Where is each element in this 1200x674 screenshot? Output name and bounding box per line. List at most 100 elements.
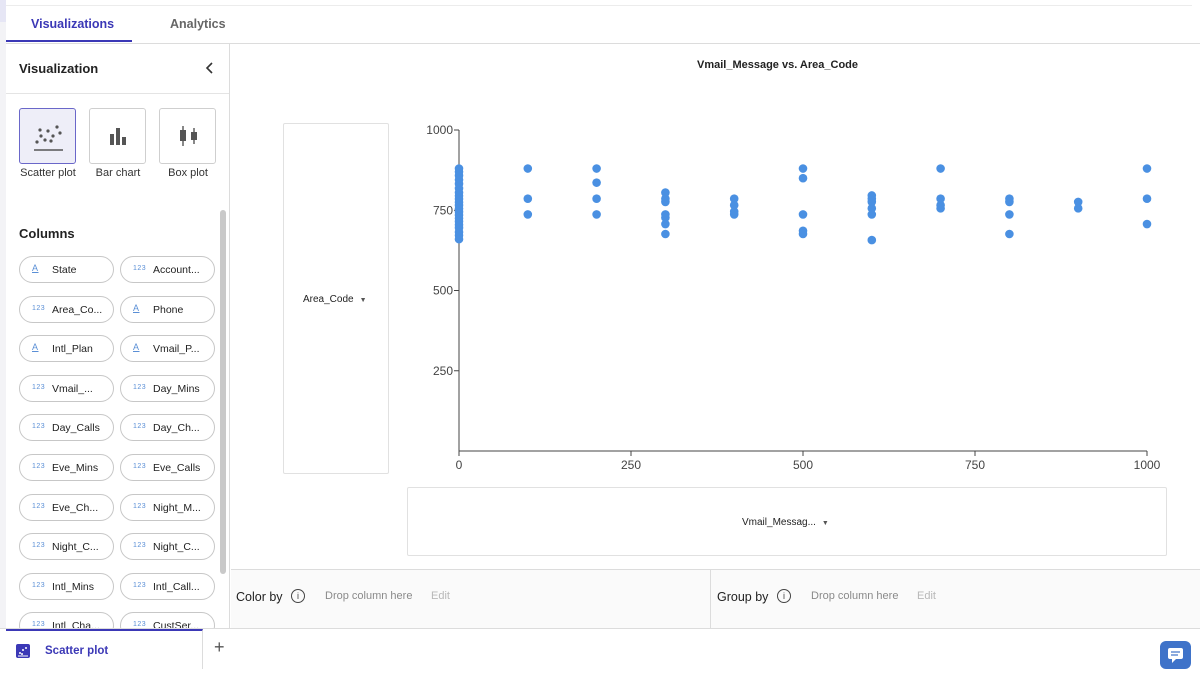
chart-area: Vmail_Message vs. Area_Code Area_Code ▼ 2… [231,44,1200,569]
add-sheet-button[interactable]: + [214,637,225,658]
data-point [798,229,808,239]
scatter-plot-icon [16,644,30,658]
active-tab-indicator [6,40,132,42]
column-pill-label: Eve_Mins [52,462,99,474]
data-point [798,210,808,219]
data-point [592,178,601,187]
info-icon[interactable]: i [291,589,305,603]
numeric-type-icon: 123 [32,581,46,589]
column-pill[interactable]: 123 Night_C... [120,533,215,561]
column-pill[interactable]: 123 Eve_Ch... [19,493,114,521]
y-tick-label: 1000 [426,123,453,137]
tab-visualizations[interactable]: Visualizations [31,17,114,31]
sheet-tab-scatter-plot[interactable]: Scatter plot [6,629,203,669]
text-type-icon: A [32,342,39,353]
data-point [523,194,533,203]
column-pill[interactable]: 123 Day_Mins [120,374,215,402]
columns-title: Columns [19,226,75,241]
group-by-edit[interactable]: Edit [917,590,936,602]
x-tick-label: 500 [793,458,813,472]
text-type-icon: A [32,263,39,273]
column-pill[interactable]: 123 CustSer... [120,612,215,628]
data-point [454,234,464,244]
bar-chart-tile[interactable] [89,108,146,164]
column-pill-label: Vmail_... [52,382,93,395]
column-pill[interactable]: 123 Area_Co... [19,295,114,323]
top-tab-bar: Visualizations Analytics [6,0,1200,44]
column-pill[interactable]: A Vmail_P... [120,335,215,363]
numeric-type-icon: 123 [133,383,147,391]
caret-down-icon: ▼ [821,520,829,527]
data-point [592,164,601,173]
numeric-type-icon: 123 [133,621,147,628]
box-plot-label: Box plot [168,167,208,179]
column-pill[interactable]: 123 Eve_Mins [19,454,114,481]
x-axis-column-selector[interactable]: Vmail_Messag... ▼ [407,487,1167,556]
x-axis-column-label[interactable]: Vmail_Messag... ▼ [742,517,829,528]
data-point [936,164,945,173]
column-pill[interactable]: 123 Intl_Cha... [19,612,114,628]
sidebar-scrollbar[interactable] [220,210,226,574]
column-pill-label: Intl_Call... [153,580,200,593]
group-by-dropzone[interactable]: Drop column here [811,590,898,602]
y-tick-label: 500 [433,284,453,298]
column-pill[interactable]: A State [19,256,114,283]
tab-analytics[interactable]: Analytics [170,17,226,31]
column-pill[interactable]: 123 Night_M... [120,493,215,521]
data-point [1005,197,1014,207]
numeric-type-icon: 123 [133,581,147,589]
group-by-label: Group by [717,590,769,604]
column-pill[interactable]: 123 Day_Ch... [120,414,215,442]
color-by-dropzone[interactable]: Drop column here [325,590,412,602]
numeric-type-icon: 123 [133,463,147,470]
column-pill[interactable]: A Phone [120,295,215,323]
column-pill[interactable]: 123 Night_C... [19,533,114,561]
chart-title: Vmail_Message vs. Area_Code [696,59,858,71]
numeric-type-icon: 123 [32,423,46,431]
numeric-type-icon: 123 [32,383,46,391]
column-pill-label: Night_M... [153,501,201,514]
data-point [661,197,670,207]
x-tick-label: 250 [621,458,641,472]
scatter-plot-tile[interactable] [19,108,76,164]
data-point [1005,210,1014,219]
column-pill[interactable]: 123 Intl_Mins [19,572,114,600]
scatter-plot-svg: 250 500 750 1000 0 250 500 750 1000 [426,123,1160,472]
chat-icon[interactable] [1160,641,1191,669]
column-pill[interactable]: 123 Vmail_... [19,374,114,402]
numeric-type-icon: 123 [133,423,147,431]
data-point [1005,229,1014,239]
column-pill[interactable]: 123 Intl_Call... [120,572,215,600]
data-point [1142,219,1152,229]
column-pill[interactable]: 123 Day_Calls [19,414,114,442]
data-point [523,164,533,173]
column-pill-label: Intl_Mins [52,580,95,593]
column-pill[interactable]: 123 Eve_Calls [120,454,215,481]
data-point [1073,204,1083,213]
info-icon[interactable]: i [777,589,791,603]
numeric-type-icon: 123 [133,542,147,550]
data-point [1142,164,1152,173]
numeric-type-icon: 123 [32,502,46,510]
box-plot-tile[interactable] [159,108,216,164]
column-pill[interactable]: A Intl_Plan [19,335,114,363]
data-point [729,210,739,219]
scatter-plot-label: Scatter plot [20,167,76,179]
column-pill-label: Day_Calls [52,422,100,435]
column-pill-label: Phone [153,303,184,316]
visualization-sidebar: Visualization Scatter plot Bar chart Box… [6,44,230,628]
column-pill[interactable]: 123 Account... [120,256,215,283]
data-point [592,194,601,203]
data-point [661,229,670,239]
column-pill-label: Day_Ch... [153,422,200,435]
encoding-bar: Color by i Drop column here Edit Group b… [231,569,1200,629]
chevron-left-icon[interactable] [202,60,218,76]
numeric-type-icon: 123 [133,502,147,510]
numeric-type-icon: 123 [32,463,46,470]
scatter-plot-icon [34,125,63,151]
x-tick-label: 750 [965,458,985,472]
data-point [798,164,808,173]
data-point [867,210,877,219]
column-pill-label: Eve_Ch... [52,501,99,514]
color-by-edit[interactable]: Edit [431,590,450,602]
